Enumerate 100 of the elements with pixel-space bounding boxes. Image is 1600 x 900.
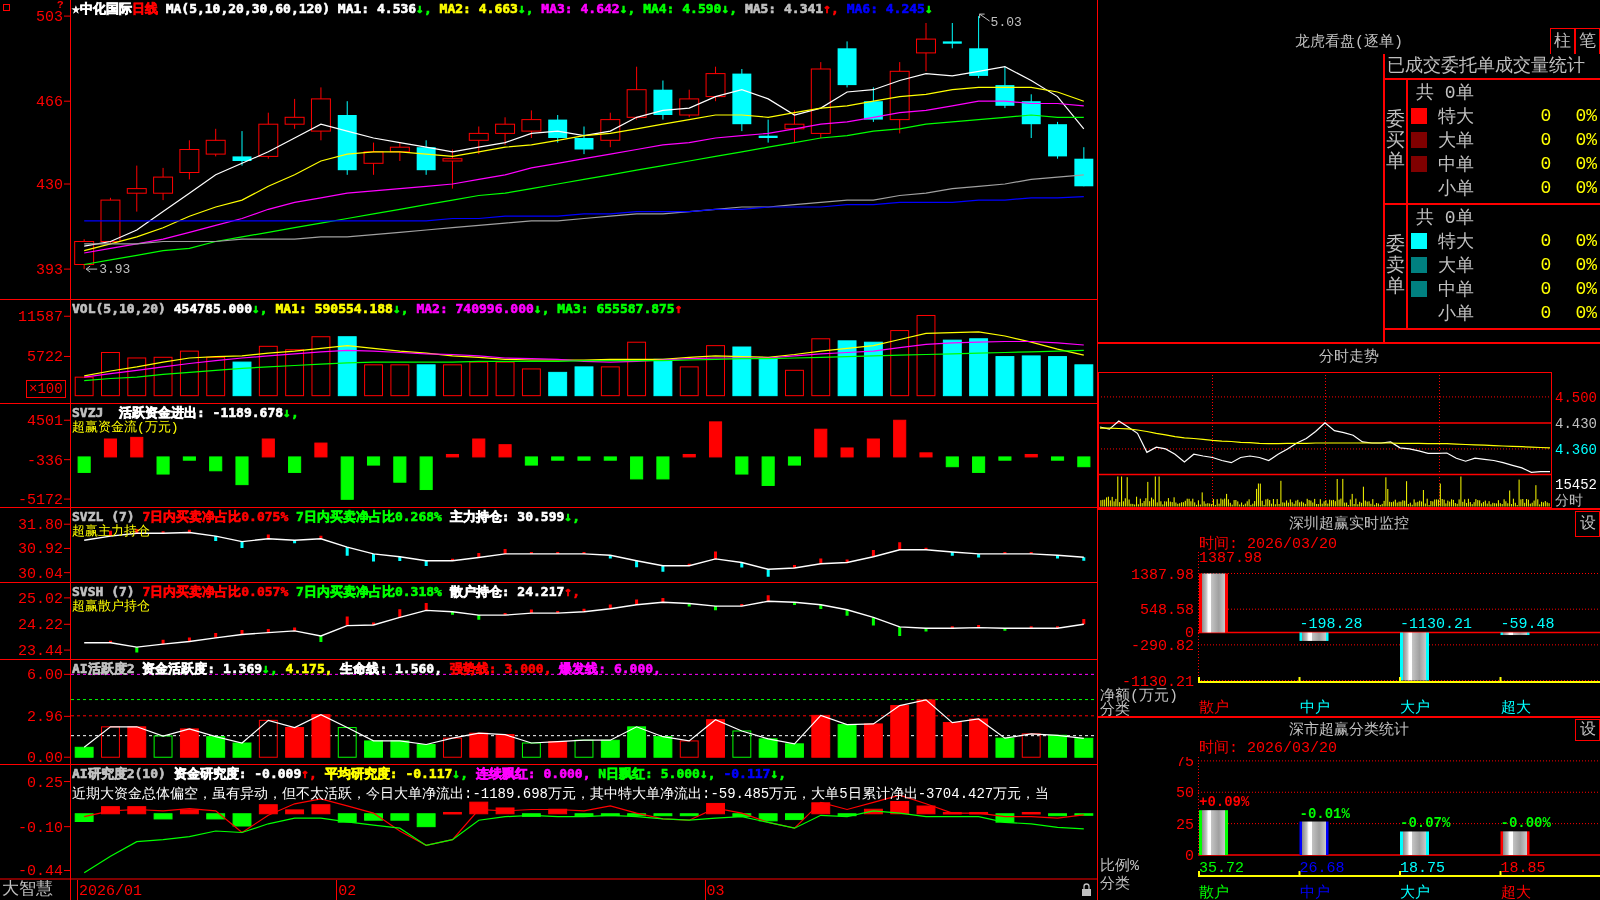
category-label: 中户 — [1299, 885, 1330, 900]
order-size-label: 特大 — [1438, 231, 1474, 253]
chart-legend: SVSH (7) 7日内买卖净占比0.057% 7日内买卖净占比0.318% 散户持仓: 24.217↑, — [72, 584, 580, 599]
order-count: 0 — [1540, 279, 1552, 299]
y-axis-label: 11587 — [18, 309, 63, 327]
order-count: 0 — [1540, 130, 1552, 150]
y-axis-label: -0.10 — [18, 819, 63, 837]
price-axis-label: 4.500 — [1555, 389, 1597, 406]
panel-title: 深圳超赢实时监控 — [1289, 514, 1409, 533]
y-axis-label: 1387.98 — [1131, 566, 1194, 584]
y-axis-label: -336 — [27, 452, 63, 470]
change-label: +0.09% — [1199, 794, 1250, 811]
y-axis-label: 430 — [36, 177, 63, 194]
table-title: 已成交委托单成交量统计 — [1387, 54, 1585, 78]
time-mode-label: 分时 — [1555, 493, 1583, 508]
chart-legend: ★中化国际日线 MA(5,10,20,30,60,120) MA1: 4.536↓, MA2: 4.663↓, MA3: 4.642↓, MA4: 4.590↓, MA5: 4.341↑, MA6: 4.245↓ — [72, 1, 933, 16]
y-axis-label: 4501 — [27, 413, 63, 431]
timestamp-label: 时间: 2026/03/20 — [1199, 536, 1338, 553]
chart-legend: SVZL (7) 7日内买卖净占比0.075% 7日内买卖净占比0.268% 主力持仓: 30.599↓, — [72, 509, 580, 524]
order-size-label: 中单 — [1438, 279, 1474, 301]
settings-button[interactable]: 设 — [1575, 511, 1600, 537]
category-label: 大户 — [1400, 885, 1430, 900]
order-total: 共 0单 — [1415, 82, 1474, 104]
y-axis-label: 6.00 — [27, 667, 63, 685]
category-label: 超大 — [1500, 700, 1531, 716]
panel-title: 深市超赢分类统计 — [1289, 720, 1409, 739]
y-axis-label: -5172 — [18, 492, 63, 507]
y-axis-label: 548.58 — [1140, 602, 1194, 620]
order-share: 0% — [1575, 106, 1597, 126]
order-count: 0 — [1540, 303, 1552, 323]
chart-legend: AI活跃度2 资金活跃度: 1.369↓, 4.175, 生命线: 1.560, 强势线: 3.000, 爆发线: 6.000, — [72, 661, 661, 676]
category-label: 散户 — [1199, 885, 1229, 900]
square-icon — [3, 4, 10, 11]
axis-title: 比例% — [1100, 858, 1139, 875]
y-axis-label: 31.80 — [18, 517, 63, 535]
category-label: 超大 — [1500, 885, 1531, 900]
order-share: 0% — [1575, 279, 1597, 299]
y-axis-label: 30.92 — [18, 541, 63, 559]
side-label: 委买单 — [1386, 110, 1405, 173]
order-count: 0 — [1540, 231, 1552, 251]
view-toggle-button[interactable]: 笔 — [1575, 28, 1600, 54]
order-share: 0% — [1575, 154, 1597, 174]
value-label: 26.68 — [1299, 860, 1345, 877]
y-axis-label: 503 — [36, 9, 63, 27]
panel-title: 分时走势 — [1319, 349, 1379, 366]
price-axis-label: 4.430 — [1555, 415, 1597, 432]
order-share: 0% — [1575, 303, 1597, 323]
chart-legend: VOL(5,10,20) 454785.000↓, MA1: 590554.188↓, MA2: 740996.000↓, MA3: 655587.875↑ — [72, 301, 683, 316]
y-axis-label: 24.22 — [18, 617, 63, 635]
order-size-label: 大单 — [1438, 255, 1474, 277]
value-label: -1130.21 — [1400, 616, 1472, 634]
y-axis-label: 23.44 — [18, 643, 63, 659]
order-count: 0 — [1540, 106, 1552, 126]
order-share: 0% — [1575, 255, 1597, 275]
order-share: 0% — [1575, 130, 1597, 150]
order-size-label: 中单 — [1438, 154, 1474, 176]
change-label: -0.00% — [1500, 815, 1551, 832]
date-label: 03 — [706, 883, 725, 900]
y-axis-label: 30.04 — [18, 565, 63, 582]
category-label: 大户 — [1400, 700, 1430, 716]
help-mark: ? — [57, 0, 64, 11]
y-axis-label: 5722 — [27, 349, 63, 367]
change-label: -0.01% — [1299, 805, 1350, 822]
y-axis-label: 2.96 — [27, 709, 63, 727]
indicator-name: 超赢散户持仓 — [72, 599, 150, 614]
y-axis-label: 0 — [1185, 848, 1194, 865]
chart-legend: SVZJ 活跃资金进出: -1189.678↓, — [72, 405, 299, 420]
y-axis-label: 50 — [1176, 785, 1194, 803]
order-share: 0% — [1575, 178, 1597, 198]
order-size-label: 小单 — [1438, 303, 1474, 325]
y-axis-label: 25 — [1176, 816, 1194, 834]
value-label: -59.48 — [1500, 616, 1555, 634]
panel-title: 龙虎看盘(逐单) — [1295, 32, 1403, 51]
order-share: 0% — [1575, 231, 1597, 251]
low-price-label: 3.93 — [99, 262, 131, 278]
price-axis-label: 4.360 — [1555, 441, 1597, 458]
y-axis-label: 393 — [36, 262, 63, 280]
order-total: 共 0单 — [1415, 207, 1474, 229]
value-label: 18.75 — [1400, 860, 1445, 877]
unit-label: ×100 — [26, 380, 66, 398]
chart-legend: AI研究度2(10) 资金研究度: -0.009↑, 平均研究度: -0.117↓, 连续飘红: 0.000, N日飘红: 5.000↓, -0.117↓, — [72, 766, 787, 781]
order-count: 0 — [1540, 255, 1552, 275]
side-label: 委卖单 — [1386, 235, 1405, 298]
brand-label: 大智慧 — [2, 880, 53, 900]
order-size-label: 大单 — [1438, 130, 1474, 152]
axis-title: 分类 — [1100, 876, 1130, 893]
y-axis-label: -0.44 — [18, 863, 63, 881]
category-label: 散户 — [1199, 700, 1229, 716]
y-axis-label: 25.02 — [18, 590, 63, 608]
order-size-label: 小单 — [1438, 178, 1474, 200]
y-axis-label: 0.00 — [27, 750, 63, 764]
value-label: 1387.98 — [1199, 552, 1262, 567]
value-label: 35.72 — [1199, 860, 1244, 877]
y-axis-label: 466 — [36, 94, 63, 112]
change-label: -0.07% — [1400, 815, 1451, 832]
view-toggle-button[interactable]: 柱 — [1550, 28, 1575, 54]
volume-max-label: 15452 — [1555, 477, 1597, 493]
timestamp-label: 时间: 2026/03/20 — [1199, 740, 1338, 757]
date-label: 2026/01 — [78, 883, 142, 900]
settings-button[interactable]: 设 — [1575, 719, 1600, 741]
